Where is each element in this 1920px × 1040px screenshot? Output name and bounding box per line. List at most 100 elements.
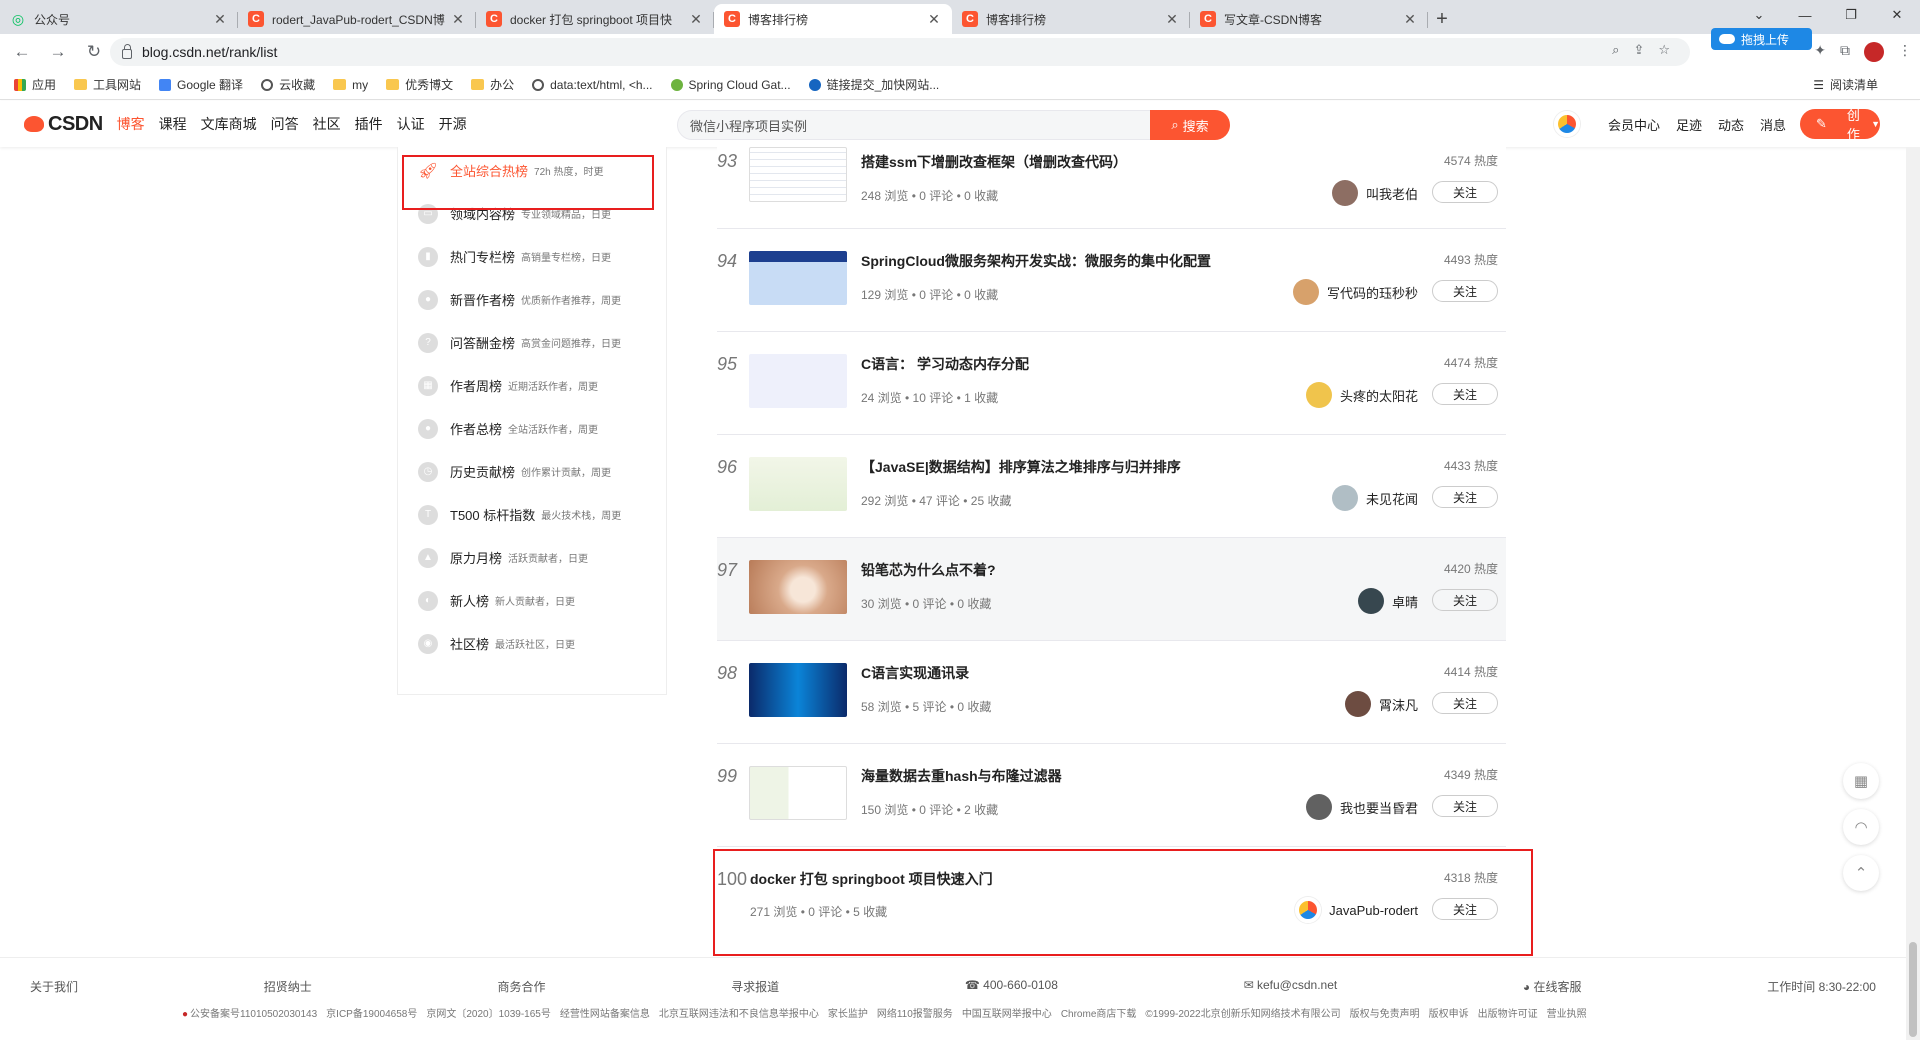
legal-link[interactable]: 中国互联网举报中心 [962, 1009, 1052, 1020]
sidebar-item-history[interactable]: ◷ 历史贡献榜 创作累计贡献，周更 [398, 450, 666, 493]
ranking-row[interactable]: 99 海量数据去重hash与布隆过滤器 4349 热度 150 浏览 • 0 评… [717, 744, 1506, 847]
article-title[interactable]: 铅笔芯为什么点不着? [861, 560, 996, 580]
article-thumbnail[interactable] [749, 766, 847, 820]
message-link[interactable]: 消息 [1760, 115, 1786, 134]
minimize-button[interactable]: — [1782, 0, 1828, 30]
footer-email[interactable]: ✉ kefu@csdn.net [1244, 978, 1338, 995]
author[interactable]: 未见花闻 [1331, 485, 1418, 511]
sidebar-item-t500[interactable]: T T500 标杆指数 最火技术栈，周更 [398, 493, 666, 536]
back-icon[interactable]: ← [8, 38, 36, 66]
sidebar-item-author-weekly[interactable]: ▦ 作者周榜 近期活跃作者，周更 [398, 364, 666, 407]
bookmark-item[interactable]: data:text/html, <h... [532, 78, 653, 92]
close-icon[interactable]: ✕ [688, 11, 704, 28]
search-button[interactable]: ⌕ 搜索 [1150, 110, 1230, 140]
close-icon[interactable]: ✕ [926, 11, 942, 28]
reload-icon[interactable]: ↻ [80, 38, 108, 66]
article-thumbnail[interactable] [749, 251, 847, 305]
author[interactable]: 叫我老伯 [1331, 180, 1418, 206]
legal-link[interactable]: 版权申诉 [1429, 1009, 1469, 1020]
article-thumbnail[interactable] [749, 354, 847, 408]
legal-link[interactable]: 网络110报警服务 [877, 1009, 953, 1020]
article-thumbnail[interactable] [749, 560, 847, 614]
user-avatar[interactable] [1553, 111, 1580, 137]
ranking-row[interactable]: 98 C语言实现通讯录 4414 热度 58 浏览 • 5 评论 • 0 收藏 … [717, 641, 1506, 744]
profile-avatar[interactable] [1864, 42, 1884, 62]
footer-about[interactable]: 关于我们 [30, 978, 78, 995]
activity-link[interactable]: 动态 [1718, 115, 1744, 134]
browser-tab[interactable]: C rodert_JavaPub-rodert_CSDN博 ✕ [238, 4, 476, 34]
ranking-row[interactable]: 96 【JavaSE|数据结构】排序算法之堆排序与归并排序 4433 热度 29… [717, 435, 1506, 538]
sidebar-item-author-total[interactable]: ● 作者总榜 全站活跃作者，周更 [398, 407, 666, 450]
legal-link[interactable]: 北京互联网违法和不良信息举报中心 [659, 1009, 819, 1020]
ranking-row[interactable]: 95 C语言： 学习动态内存分配 4474 热度 24 浏览 • 10 评论 •… [717, 332, 1506, 435]
footer-service[interactable]: ◕ 在线客服 [1523, 978, 1582, 995]
bookmark-item[interactable]: my [333, 78, 368, 92]
follow-button[interactable]: 关注 [1432, 383, 1498, 405]
article-title[interactable]: 搭建ssm下增删改查框架（增删改查代码） [861, 152, 1127, 172]
bookmark-item[interactable]: 办公 [471, 76, 514, 93]
csdn-logo[interactable]: CSDN [24, 113, 103, 136]
legal-link[interactable]: 京网文〔2020〕1039-165号 [426, 1009, 551, 1020]
bookmark-star-icon[interactable]: ☆ [1658, 42, 1670, 58]
address-bar[interactable]: blog.csdn.net/rank/list [110, 38, 1690, 66]
author[interactable]: 我也要当昏君 [1305, 794, 1418, 820]
follow-button[interactable]: 关注 [1432, 280, 1498, 302]
browser-tab[interactable]: ◎ 公众号 ✕ [0, 4, 238, 34]
sidebar-item-force-monthly[interactable]: ▲ 原力月榜 活跃贡献者，日更 [398, 536, 666, 579]
create-button[interactable]: ✎ 创作 ▼ [1800, 108, 1880, 142]
footer-press[interactable]: 寻求报道 [731, 978, 779, 995]
article-thumbnail[interactable] [749, 147, 847, 202]
sidebar-item-column[interactable]: ▮ 热门专栏榜 高销量专栏榜，日更 [398, 235, 666, 278]
legal-link[interactable]: 营业执照 [1547, 1009, 1587, 1020]
close-icon[interactable]: ✕ [212, 11, 228, 28]
footprint-link[interactable]: 足迹 [1676, 115, 1702, 134]
article-title[interactable]: C语言： 学习动态内存分配 [861, 354, 1029, 374]
article-title[interactable]: 海量数据去重hash与布隆过滤器 [861, 766, 1062, 786]
close-icon[interactable]: ✕ [1402, 11, 1418, 28]
follow-button[interactable]: 关注 [1432, 692, 1498, 714]
follow-button[interactable]: 关注 [1432, 181, 1498, 203]
headset-icon[interactable]: ◠ [1843, 809, 1879, 845]
author[interactable]: 写代码的珏秒秒 [1292, 279, 1418, 305]
author[interactable]: 卓晴 [1357, 588, 1418, 614]
search-input[interactable]: 微信小程序项目实例 ⌕ 搜索 [677, 110, 1230, 140]
legal-link[interactable]: 经营性网站备案信息 [560, 1009, 650, 1020]
article-thumbnail[interactable] [749, 663, 847, 717]
browser-tab[interactable]: C docker 打包 springboot 项目快 ✕ [476, 4, 714, 34]
legal-link[interactable]: Chrome商店下载 [1061, 1009, 1137, 1020]
article-title[interactable]: SpringCloud微服务架构开发实战：微服务的集中化配置 [861, 251, 1211, 271]
extension-icon[interactable]: ✦ [1814, 42, 1826, 62]
footer-phone[interactable]: ☎ 400-660-0108 [965, 978, 1058, 995]
nav-qa[interactable]: 问答 [271, 114, 299, 134]
bookmark-item[interactable]: 优秀博文 [386, 76, 453, 93]
nav-community[interactable]: 社区 [313, 114, 341, 134]
nav-blog[interactable]: 博客 [117, 114, 145, 134]
footer-business[interactable]: 商务合作 [497, 978, 545, 995]
nav-open-source[interactable]: 开源 [439, 114, 467, 134]
member-center-link[interactable]: 会员中心 [1608, 115, 1660, 134]
forward-icon[interactable]: → [44, 38, 72, 66]
sidebar-item-newcomer[interactable]: ◐ 新人榜 新人贡献者，日更 [398, 579, 666, 622]
follow-button[interactable]: 关注 [1432, 589, 1498, 611]
close-icon[interactable]: ✕ [1164, 11, 1180, 28]
close-window-button[interactable]: ✕ [1874, 0, 1920, 30]
follow-button[interactable]: 关注 [1432, 486, 1498, 508]
follow-button[interactable]: 关注 [1432, 795, 1498, 817]
legal-link[interactable]: 出版物许可证 [1478, 1009, 1538, 1020]
qrcode-icon[interactable]: ▦ [1843, 763, 1879, 799]
nav-library[interactable]: 文库商城 [201, 114, 257, 134]
footer-jobs[interactable]: 招贤纳士 [264, 978, 312, 995]
menu-icon[interactable]: ⋮ [1898, 42, 1912, 62]
nav-plugin[interactable]: 插件 [355, 114, 383, 134]
nav-certification[interactable]: 认证 [397, 114, 425, 134]
legal-link[interactable]: 家长监护 [828, 1009, 868, 1020]
share-icon[interactable]: ⇪ [1633, 42, 1644, 58]
browser-tab[interactable]: C 写文章-CSDN博客 ✕ [1190, 4, 1428, 34]
scrollbar-thumb[interactable] [1909, 942, 1917, 1037]
browser-tab[interactable]: C 博客排行榜 ✕ [952, 4, 1190, 34]
ranking-row[interactable]: 93 搭建ssm下增删改查框架（增删改查代码） 4574 热度 248 浏览 •… [717, 147, 1506, 229]
bookmark-item[interactable]: 链接提交_加快网站... [808, 76, 939, 93]
legal-link[interactable]: 京ICP备19004658号 [326, 1009, 417, 1020]
legal-link[interactable]: 版权与免责声明 [1350, 1009, 1420, 1020]
article-title[interactable]: 【JavaSE|数据结构】排序算法之堆排序与归并排序 [861, 457, 1181, 477]
